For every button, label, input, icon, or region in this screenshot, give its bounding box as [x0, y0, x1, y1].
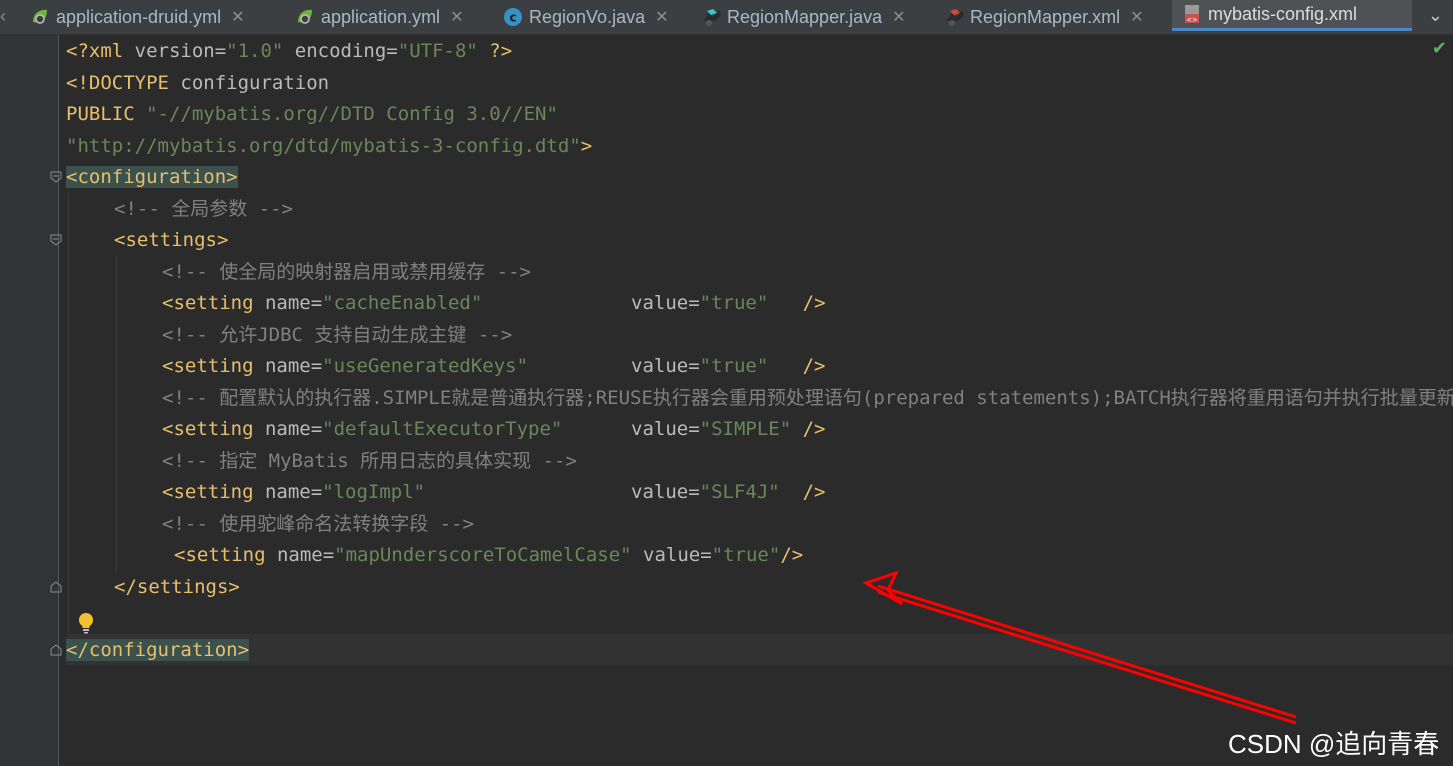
code-line: <setting name="defaultExecutorType" valu…	[162, 418, 826, 440]
code-line: <?xml version="1.0" encoding="UTF-8" ?>	[66, 40, 513, 62]
editor-tab-bar: ‹ application-druid.yml ✕ application.ym…	[0, 0, 1453, 35]
code-line: <settings>	[114, 229, 229, 251]
close-icon[interactable]: ✕	[655, 7, 668, 27]
xml-file-icon: <>	[1182, 4, 1202, 24]
code-line: </settings>	[114, 576, 240, 598]
code-line: </configuration>	[66, 635, 250, 666]
tab-label: application.yml	[321, 6, 441, 27]
code-line: <setting name="useGeneratedKeys" value="…	[162, 355, 826, 377]
mybatis-mapper-xml-icon	[944, 7, 964, 27]
tab-mybatis-config-xml[interactable]: <> mybatis-config.xml	[1172, 0, 1412, 31]
code-comment: <!-- 指定 MyBatis 所用日志的具体实现 -->	[162, 450, 577, 472]
code-line: <setting name="logImpl" value="SLF4J" />	[162, 481, 826, 503]
inspection-ok-check-icon[interactable]: ✔	[1432, 38, 1447, 59]
tab-regionmapper-xml[interactable]: RegionMapper.xml ✕	[944, 0, 1143, 34]
fold-marker-icon[interactable]	[50, 171, 62, 183]
tab-label: application-druid.yml	[56, 6, 222, 27]
close-icon[interactable]: ✕	[450, 7, 463, 27]
tab-application-druid-yml[interactable]: application-druid.yml ✕	[30, 0, 244, 34]
matched-tag-highlight: <configuration>	[66, 166, 238, 188]
code-comment: <!-- 使用驼峰命名法转换字段 -->	[162, 513, 474, 535]
matched-tag-highlight: </configuration>	[66, 639, 250, 661]
tab-regionmapper-java[interactable]: RegionMapper.java ✕	[701, 0, 906, 34]
tab-label: RegionMapper.java	[727, 6, 883, 27]
watermark-text: CSDN @追向青春	[1228, 729, 1440, 759]
svg-text:<>: <>	[1186, 16, 1198, 24]
java-class-icon: c	[503, 7, 523, 27]
code-comment: <!-- 使全局的映射器启用或禁用缓存 -->	[162, 261, 531, 283]
line-gutter	[0, 35, 59, 766]
fold-marker-icon[interactable]	[50, 644, 62, 656]
code-line: <setting name="mapUnderscoreToCamelCase"…	[174, 544, 804, 566]
mybatis-mapper-java-icon	[701, 7, 721, 27]
code-line: <configuration>	[66, 162, 238, 193]
caret-row-highlight	[66, 634, 1453, 665]
lightbulb-icon[interactable]	[76, 612, 96, 634]
close-icon[interactable]: ✕	[231, 7, 244, 27]
code-line: <!DOCTYPE configuration	[66, 72, 330, 94]
tabs-scroll-left-icon[interactable]: ‹	[0, 6, 6, 27]
chevron-down-icon[interactable]: ⌄	[1428, 5, 1443, 26]
code-comment: <!-- 配置默认的执行器.SIMPLE就是普通执行器;REUSE执行器会重用预…	[162, 387, 1453, 409]
code-line: PUBLIC "-//mybatis.org//DTD Config 3.0//…	[66, 103, 558, 125]
svg-text:c: c	[509, 11, 516, 25]
fold-marker-icon[interactable]	[50, 234, 62, 246]
code-line: "http://mybatis.org/dtd/mybatis-3-config…	[66, 135, 593, 157]
close-icon[interactable]: ✕	[892, 7, 905, 27]
tab-regionvo-java[interactable]: c RegionVo.java ✕	[503, 0, 669, 34]
tab-application-yml[interactable]: application.yml ✕	[295, 0, 463, 34]
fold-marker-icon[interactable]	[50, 581, 62, 593]
tab-label: RegionMapper.xml	[970, 6, 1121, 27]
code-line: <setting name="cacheEnabled" value="true…	[162, 292, 826, 314]
tab-label: RegionVo.java	[529, 6, 646, 27]
code-editor[interactable]: <?xml version="1.0" encoding="UTF-8" ?> …	[66, 35, 1453, 766]
spring-config-icon	[295, 7, 315, 27]
spring-config-icon	[30, 7, 50, 27]
code-comment: <!-- 全局参数 -->	[114, 198, 293, 220]
code-comment: <!-- 允许JDBC 支持自动生成主键 -->	[162, 324, 513, 346]
close-icon[interactable]: ✕	[1130, 7, 1143, 27]
tab-label: mybatis-config.xml	[1208, 3, 1358, 24]
